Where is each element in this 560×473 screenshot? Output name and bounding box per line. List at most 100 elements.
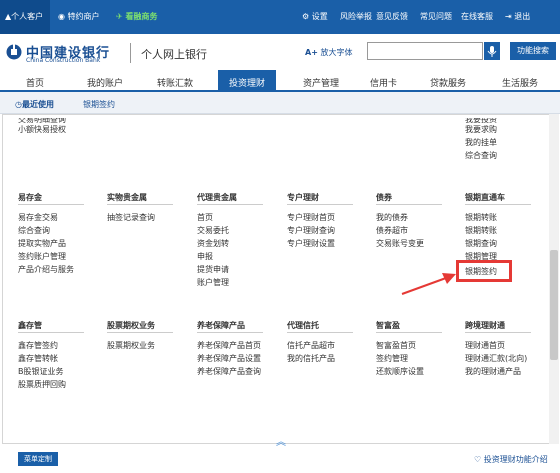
menu-item[interactable]: 资金划转 (197, 238, 229, 249)
divider (376, 204, 442, 205)
menu-item[interactable]: 信托产品超市 (287, 340, 335, 351)
recent-label: ◷最近使用 (15, 100, 54, 109)
site-subtitle: 个人网上银行 (141, 48, 207, 61)
divider (18, 332, 84, 333)
tab-wealth[interactable]: ✈ 看融商务 (116, 11, 158, 22)
menu-item[interactable]: 提货申请 (197, 264, 229, 275)
nav-item-assets[interactable]: 资产管理 (303, 76, 339, 89)
nav-item-account[interactable]: 我的账户 (87, 76, 123, 89)
section-title: 养老保障产品 (197, 321, 245, 330)
partial-item[interactable]: 我的挂单 (465, 137, 497, 148)
menu-item[interactable]: 签约账户管理 (18, 251, 66, 262)
menu-item[interactable]: 我的债券 (376, 212, 408, 223)
menu-item[interactable]: 产品介绍与服务 (18, 264, 74, 275)
section-title: 股票期权业务 (107, 321, 155, 330)
divider (376, 332, 442, 333)
menu-item[interactable]: 银期查询 (465, 238, 497, 249)
nav-item-loan[interactable]: 贷款服务 (430, 76, 466, 89)
nav-item-transfer[interactable]: 转账汇款 (157, 76, 193, 89)
menu-item[interactable]: 银期转账 (465, 212, 497, 223)
menu-item[interactable]: 账户管理 (197, 277, 229, 288)
menu-item[interactable]: 还款顺序设置 (376, 366, 424, 377)
menu-item[interactable]: 申报 (197, 251, 213, 262)
mic-icon (487, 46, 497, 57)
divider (465, 332, 531, 333)
section-title: 债券 (376, 193, 392, 202)
menu-item[interactable]: 易存金交易 (18, 212, 58, 223)
divider (107, 204, 173, 205)
section-title: 专户理财 (287, 193, 319, 202)
menu-item[interactable]: 签约管理 (376, 353, 408, 364)
divider (107, 332, 173, 333)
menu-item[interactable]: 鑫存管签约 (18, 340, 58, 351)
logout-link[interactable]: ⇥ 退出 (505, 11, 530, 22)
menu-item[interactable]: 我的理财通产品 (465, 366, 521, 377)
menu-item[interactable]: 银期转账 (465, 225, 497, 236)
menu-item[interactable]: 养老保障产品查询 (197, 366, 261, 377)
nav-item-invest[interactable]: 投资理财 (229, 76, 265, 89)
mic-button[interactable] (484, 42, 500, 60)
lightbulb-icon: ♡ (474, 455, 482, 464)
section-title: 代理信托 (287, 321, 319, 330)
tab-private[interactable]: ◉ 特约商户 (58, 11, 100, 22)
menu-item[interactable]: 理财通汇款(北向) (465, 353, 527, 364)
menu-item[interactable]: B股银证业务 (18, 366, 64, 377)
section-title: 跨境理财通 (465, 321, 505, 330)
highlight-box (456, 260, 512, 282)
nav-item-life[interactable]: 生活服务 (502, 76, 538, 89)
gear-circle-icon: ◉ (58, 12, 65, 21)
section-title: 银期直通车 (465, 193, 505, 202)
menu-item[interactable]: 养老保障产品首页 (197, 340, 261, 351)
divider (197, 332, 263, 333)
menu-item[interactable]: 首页 (197, 212, 213, 223)
settings-link[interactable]: ⚙ 设置 (302, 11, 328, 22)
menu-item[interactable]: 股票期权业务 (107, 340, 155, 351)
menu-item[interactable]: 智富盈首页 (376, 340, 416, 351)
menu-item[interactable]: 理财通首页 (465, 340, 505, 351)
service-link[interactable]: 在线客服 (461, 11, 493, 22)
section-title: 智富盈 (376, 321, 400, 330)
collapse-chevron-icon[interactable]: ︽ (276, 433, 286, 448)
section-title: 鑫存管 (18, 321, 42, 330)
menu-item[interactable]: 我的信托产品 (287, 353, 335, 364)
menu-item[interactable]: 专户理财首页 (287, 212, 335, 223)
ccb-logo-icon (6, 44, 22, 60)
divider (287, 332, 353, 333)
menu-item[interactable]: 股票质押回购 (18, 379, 66, 390)
main-nav (0, 70, 560, 92)
nav-item-home[interactable]: 首页 (26, 76, 44, 89)
menu-item[interactable]: 鑫存管转帐 (18, 353, 58, 364)
menu-item[interactable]: 交易委托 (197, 225, 229, 236)
func-search-button[interactable]: 功能搜索 (510, 42, 556, 60)
menu-custom-button[interactable]: 菜单定制 (18, 452, 58, 466)
search-input[interactable] (367, 42, 483, 60)
red-arrow-icon (401, 273, 456, 295)
invest-intro-link[interactable]: ♡ 投资理财功能介绍 (474, 454, 548, 465)
menu-item[interactable]: 综合查询 (18, 225, 50, 236)
gear-icon: ⚙ (302, 12, 310, 21)
menu-item[interactable]: 养老保障产品设置 (197, 353, 261, 364)
menu-item[interactable]: 债券超市 (376, 225, 408, 236)
divider (287, 204, 353, 205)
menu-item[interactable]: 专户理财设置 (287, 238, 335, 249)
logout-icon: ⇥ (505, 12, 512, 21)
partial-item[interactable]: 综合查询 (465, 150, 497, 161)
risk-link[interactable]: 风险举报 (340, 11, 372, 22)
menu-item[interactable]: 提取实物产品 (18, 238, 66, 249)
feedback-link[interactable]: 意见反馈 (376, 11, 408, 22)
menu-item[interactable]: 专户理财查询 (287, 225, 335, 236)
faq-link[interactable]: 常见问题 (420, 11, 452, 22)
divider (18, 204, 84, 205)
bank-name-en: China Construction Bank (26, 57, 101, 64)
partial-item[interactable]: 我要求购 (465, 124, 497, 135)
logo-divider (130, 43, 131, 63)
section-title: 易存金 (18, 193, 42, 202)
menu-item[interactable]: 抽签记录查询 (107, 212, 155, 223)
menu-item[interactable]: 交易账号变更 (376, 238, 424, 249)
scrollbar-thumb[interactable] (550, 250, 558, 360)
recent-item-yinqi[interactable]: 银期签约 (83, 99, 115, 110)
font-size-button[interactable]: A+ 放大字体 (305, 47, 352, 58)
tab-personal[interactable]: ▲个人客户 (5, 11, 43, 22)
nav-item-credit[interactable]: 信用卡 (370, 76, 397, 89)
partial-item[interactable]: 小额快易授权 (18, 124, 66, 135)
